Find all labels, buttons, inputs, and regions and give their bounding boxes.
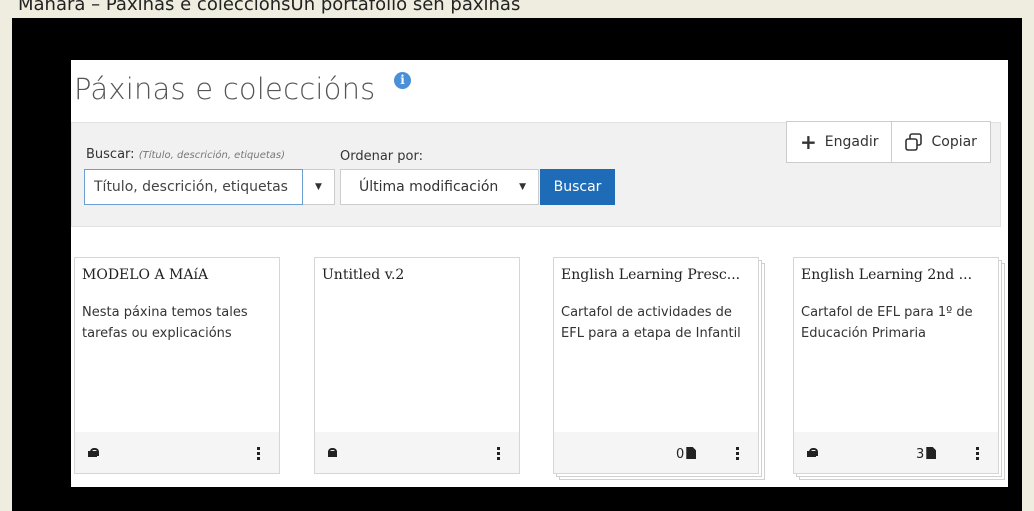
more-options-icon[interactable]: [976, 447, 979, 462]
search-label-text: Buscar:: [86, 147, 135, 162]
document-icon: [926, 447, 937, 459]
collection-card[interactable]: English Learning 2nd ... Cartafol de EFL…: [793, 257, 999, 474]
order-select-value: Última modificación: [359, 179, 499, 195]
collection-card[interactable]: English Learning Presc... Cartafol de ac…: [553, 257, 759, 474]
page-actions: + Engadir Copiar: [786, 121, 991, 163]
lock-icon: [327, 448, 338, 457]
card-title[interactable]: English Learning 2nd ...: [801, 267, 991, 283]
search-hint: (Título, descrición, etiquetas): [138, 150, 286, 161]
card-description: Cartafol de EFL para 1º de Educación Pri…: [801, 305, 973, 341]
page-title: Páxinas e coleccións: [74, 72, 376, 106]
chevron-down-icon: ▼: [315, 182, 322, 192]
copy-button-label: Copiar: [931, 134, 977, 150]
add-button-label: Engadir: [824, 134, 879, 150]
card-footer: [315, 432, 519, 473]
order-label: Ordenar por:: [340, 149, 423, 164]
info-icon[interactable]: i: [394, 72, 411, 89]
copy-button[interactable]: Copiar: [891, 122, 989, 162]
caption-fragment: Mahara – Páxinas e colecciónsUn portafol…: [18, 0, 521, 15]
more-options-icon[interactable]: [497, 447, 500, 462]
page-card[interactable]: MODELO A MAíA Nesta páxina temos tales t…: [74, 257, 280, 474]
page-count: 3: [916, 447, 937, 462]
page-card[interactable]: Untitled v.2: [314, 257, 520, 474]
search-label: Buscar: (Título, descrición, etiquetas): [86, 147, 285, 162]
document-icon: [686, 447, 697, 459]
chevron-down-icon: ▼: [519, 182, 526, 192]
card-footer: 0: [554, 432, 758, 473]
unlock-icon: [806, 448, 818, 457]
copy-icon: [905, 133, 923, 151]
card-footer: 3: [794, 432, 998, 473]
page-count-value: 0: [676, 447, 685, 462]
screenshot-frame: Páxinas e coleccións i Buscar: (Título, …: [12, 18, 1022, 511]
card-title[interactable]: English Learning Presc...: [561, 267, 751, 283]
unlock-icon: [87, 448, 99, 457]
more-options-icon[interactable]: [257, 447, 260, 462]
card-title[interactable]: Untitled v.2: [322, 267, 512, 283]
search-filter-dropdown[interactable]: ▼: [303, 169, 335, 205]
card-description: Cartafol de actividades de EFL para a et…: [561, 305, 741, 341]
page-count: 0: [676, 447, 697, 462]
more-options-icon[interactable]: [736, 447, 739, 462]
order-select[interactable]: Última modificación ▼: [340, 169, 539, 205]
search-input[interactable]: [84, 169, 303, 205]
plus-icon: +: [800, 130, 817, 154]
page-count-value: 3: [916, 447, 925, 462]
search-button[interactable]: Buscar: [540, 169, 615, 205]
pages-panel: Páxinas e coleccións i Buscar: (Título, …: [71, 60, 1008, 487]
card-footer: [75, 432, 279, 473]
card-title[interactable]: MODELO A MAíA: [82, 267, 272, 283]
add-button[interactable]: + Engadir: [787, 122, 891, 162]
card-description: Nesta páxina temos tales tarefas ou expl…: [82, 305, 248, 341]
